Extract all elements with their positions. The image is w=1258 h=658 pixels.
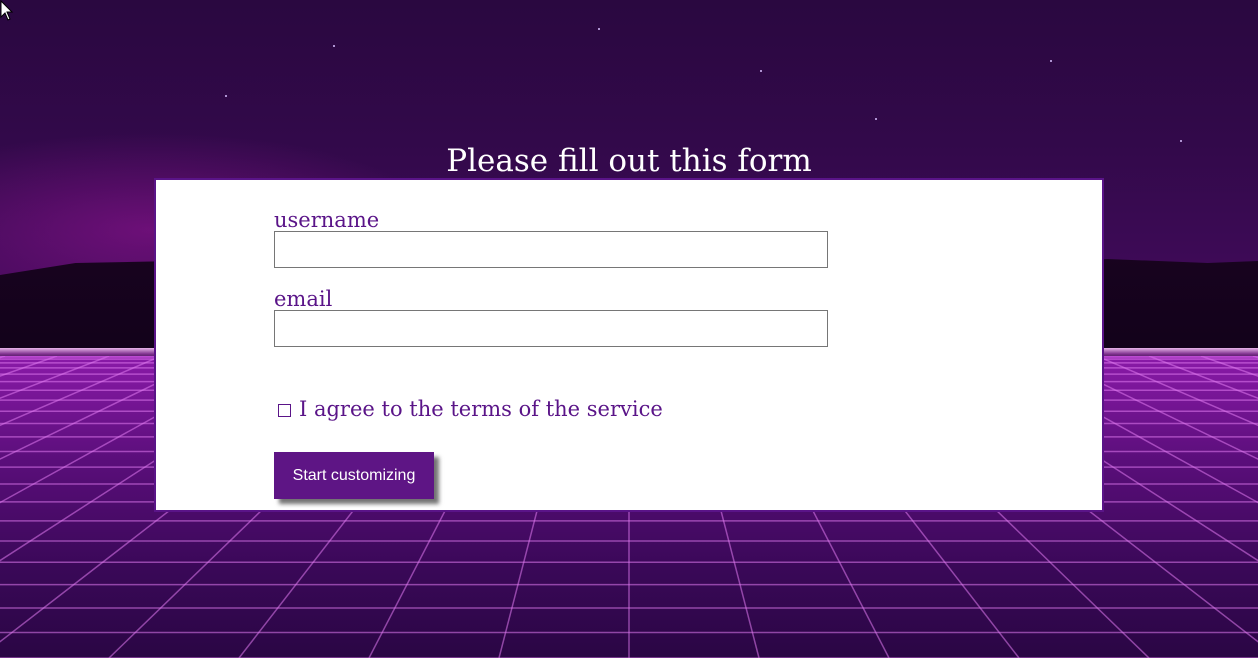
star: [760, 70, 762, 72]
star: [225, 95, 227, 97]
username-input[interactable]: [274, 231, 828, 268]
mouse-pointer-icon: [0, 0, 14, 21]
form-title: Please fill out this form: [446, 143, 812, 179]
star: [1180, 140, 1182, 142]
star: [333, 45, 335, 47]
signup-form-card: username email I agree to the terms of t…: [154, 178, 1104, 512]
start-customizing-button[interactable]: Start customizing: [274, 452, 434, 499]
star: [598, 28, 600, 30]
terms-label: I agree to the terms of the service: [299, 397, 663, 421]
star: [875, 118, 877, 120]
terms-agreement-row[interactable]: I agree to the terms of the service: [278, 396, 663, 422]
email-input[interactable]: [274, 310, 828, 347]
star: [1050, 60, 1052, 62]
username-label: username: [274, 208, 380, 232]
terms-checkbox[interactable]: [278, 403, 291, 417]
email-label: email: [274, 287, 333, 311]
